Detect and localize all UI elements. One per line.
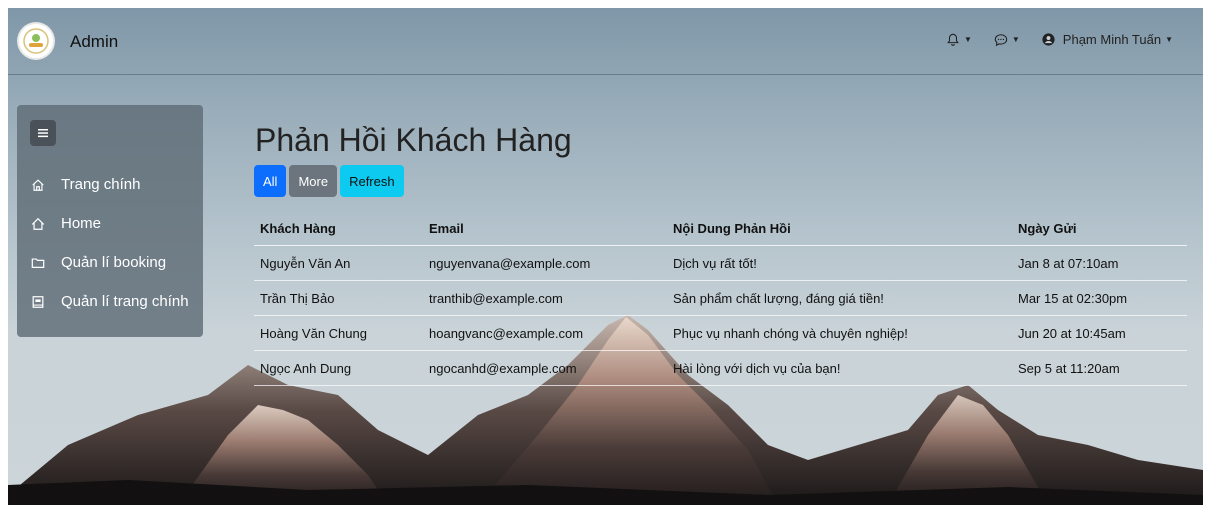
notifications-dropdown[interactable]: ▼ (946, 33, 972, 47)
all-button[interactable]: All (254, 165, 287, 197)
book-icon (31, 294, 47, 310)
column-header-date[interactable]: Ngày Gửi (1012, 212, 1187, 246)
caret-down-icon: ▼ (963, 35, 972, 44)
cell-feedback: Dịch vụ rất tốt! (667, 245, 1012, 281)
sidebar-item-label: Quản lí trang chính (61, 293, 189, 310)
top-navbar: Admin ▼ ▼ Phạm Minh Tuấn ▼ (8, 8, 1203, 75)
user-circle-icon (1042, 33, 1055, 46)
caret-down-icon: ▼ (1011, 35, 1020, 44)
cell-email: nguyenvana@example.com (423, 245, 667, 281)
cell-email: tranthib@example.com (423, 280, 667, 316)
user-menu-dropdown[interactable]: Phạm Minh Tuấn ▼ (1042, 32, 1173, 47)
cell-email: ngocanhd@example.com (423, 350, 667, 386)
table-row[interactable]: Trần Thị Bảo tranthib@example.com Sản ph… (254, 280, 1187, 316)
sidebar-item-quan-li-trang-chinh[interactable]: Quản lí trang chính (17, 282, 203, 321)
sidebar-item-quan-li-booking[interactable]: Quản lí booking (17, 243, 203, 282)
cell-feedback: Phục vụ nhanh chóng và chuyên nghiệp! (667, 315, 1012, 351)
refresh-button[interactable]: Refresh (340, 165, 404, 197)
cell-date: Jan 8 at 07:10am (1012, 245, 1187, 281)
table-row[interactable]: Hoàng Văn Chung hoangvanc@example.com Ph… (254, 315, 1187, 351)
sidebar-item-home[interactable]: Home (17, 204, 203, 243)
table-row[interactable]: Ngọc Anh Dung ngocanhd@example.com Hài l… (254, 350, 1187, 386)
cell-customer: Nguyễn Văn An (254, 245, 423, 281)
cell-email: hoangvanc@example.com (423, 315, 667, 351)
house-icon (31, 216, 47, 232)
bell-icon (947, 33, 959, 46)
feedback-table: Khách Hàng Email Nội Dung Phản Hồi Ngày … (254, 212, 1187, 386)
filter-button-group: All More Refresh (254, 165, 404, 197)
cell-date: Jun 20 at 10:45am (1012, 315, 1187, 351)
hamburger-icon (38, 129, 48, 138)
logo-icon (23, 28, 49, 54)
sidebar-toggle-button[interactable] (30, 120, 56, 146)
page-title: Phản Hồi Khách Hàng (255, 122, 572, 158)
logo[interactable] (19, 24, 53, 58)
folder-icon (31, 255, 47, 271)
chat-icon (994, 33, 1008, 46)
sidebar-item-label: Quản lí booking (61, 254, 167, 271)
column-header-email[interactable]: Email (423, 212, 667, 246)
cell-customer: Hoàng Văn Chung (254, 315, 423, 351)
messages-dropdown[interactable]: ▼ (994, 33, 1020, 47)
user-name: Phạm Minh Tuấn (1062, 32, 1162, 47)
sidebar-item-trang-chinh[interactable]: Trang chính (17, 165, 203, 204)
cell-feedback: Hài lòng với dịch vụ của bạn! (667, 350, 1012, 386)
cell-customer: Ngọc Anh Dung (254, 350, 423, 386)
column-header-feedback[interactable]: Nội Dung Phản Hồi (667, 212, 1012, 246)
sidebar-item-label: Home (61, 215, 102, 232)
home-outline-icon (31, 177, 47, 193)
more-button[interactable]: More (289, 165, 338, 197)
cell-date: Sep 5 at 11:20am (1012, 350, 1187, 386)
sidebar: Trang chính Home Quản lí booking Quản lí… (17, 105, 203, 337)
brand-title[interactable]: Admin (70, 32, 118, 52)
caret-down-icon: ▼ (1165, 35, 1173, 44)
sidebar-item-label: Trang chính (61, 176, 141, 193)
table-row[interactable]: Nguyễn Văn An nguyenvana@example.com Dịc… (254, 245, 1187, 281)
table-header-row: Khách Hàng Email Nội Dung Phản Hồi Ngày … (254, 212, 1187, 246)
cell-customer: Trần Thị Bảo (254, 280, 423, 316)
column-header-customer[interactable]: Khách Hàng (254, 212, 423, 246)
cell-feedback: Sản phẩm chất lượng, đáng giá tiền! (667, 280, 1012, 316)
cell-date: Mar 15 at 02:30pm (1012, 280, 1187, 316)
